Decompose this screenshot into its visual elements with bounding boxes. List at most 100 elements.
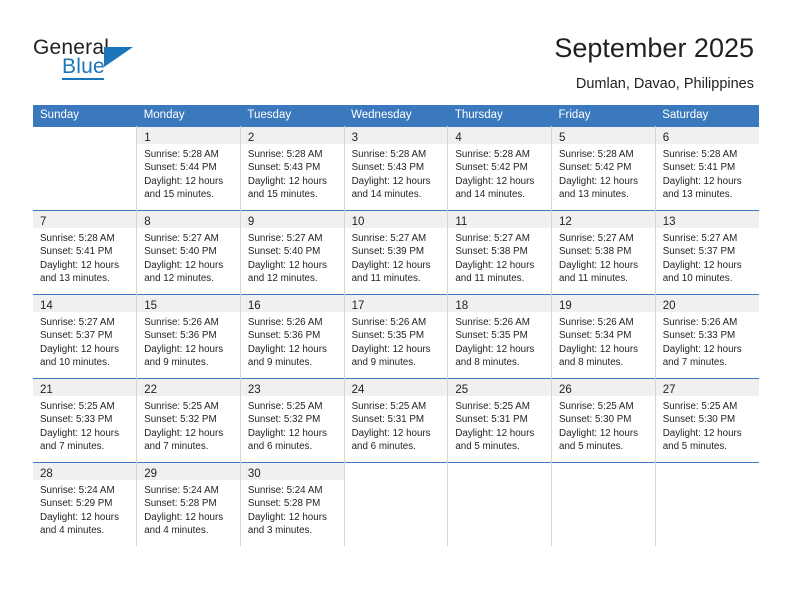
calendar-day-cell[interactable]: 17 Sunrise: 5:26 AM Sunset: 5:35 PM Dayligh…: [344, 294, 449, 379]
daylight-text: Daylight: 12 hours: [662, 175, 742, 187]
day-details: Sunrise: 5:28 AM Sunset: 5:41 PM Daylight:…: [33, 228, 136, 286]
calendar-day-cell[interactable]: 18 Sunrise: 5:26 AM Sunset: 5:35 PM Dayligh…: [447, 294, 553, 379]
calendar-day-cell[interactable]: 5 Sunrise: 5:28 AM Sunset: 5:42 PM Daylight…: [551, 126, 656, 211]
sunset-text: Sunset: 5:30 PM: [559, 414, 632, 426]
date-number: 17: [351, 300, 365, 312]
day-details: Sunrise: 5:28 AM Sunset: 5:43 PM Daylight:…: [345, 144, 448, 202]
date-number: 18: [455, 300, 469, 312]
date-number-band: 6: [655, 127, 759, 144]
day-details: Sunrise: 5:25 AM Sunset: 5:30 PM Daylight:…: [656, 396, 759, 454]
daylight-text: and 9 minutes.: [247, 357, 313, 369]
day-details: Sunrise: 5:24 AM Sunset: 5:28 PM Daylight:…: [241, 480, 344, 538]
weekday-header-tuesday: Tuesday: [240, 105, 345, 127]
calendar-day-cell[interactable]: 19 Sunrise: 5:26 AM Sunset: 5:34 PM Dayligh…: [551, 294, 656, 379]
date-number-band: 12: [552, 211, 655, 228]
sunrise-text: Sunrise: 5:28 AM: [40, 233, 115, 244]
sunrise-text: Sunrise: 5:25 AM: [40, 401, 115, 412]
sunset-text: Sunset: 5:40 PM: [144, 246, 217, 258]
sunset-text: Sunset: 5:33 PM: [40, 414, 113, 426]
general-blue-logo[interactable]: General Blue: [33, 36, 163, 84]
date-number: 6: [662, 132, 670, 144]
calendar-header-row: Sunday Monday Tuesday Wednesday Thursday Frid…: [33, 105, 759, 127]
date-number-band: 30: [240, 463, 344, 480]
sunset-text: Sunset: 5:44 PM: [144, 162, 217, 174]
calendar-day-cell[interactable]: 24 Sunrise: 5:25 AM Sunset: 5:31 PM Dayligh…: [344, 378, 449, 463]
calendar-week-row: 28 Sunrise: 5:24 AM Sunset: 5:29 PM Dayligh…: [33, 462, 759, 546]
calendar-day-cell[interactable]: 30 Sunrise: 5:24 AM Sunset: 5:28 PM Dayligh…: [240, 462, 345, 546]
calendar-day-cell[interactable]: 26 Sunrise: 5:25 AM Sunset: 5:30 PM Dayligh…: [551, 378, 656, 463]
sunset-text: Sunset: 5:31 PM: [351, 414, 425, 426]
calendar-day-cell[interactable]: 3 Sunrise: 5:28 AM Sunset: 5:43 PM Daylight…: [344, 126, 449, 211]
calendar-day-cell[interactable]: 6 Sunrise: 5:28 AM Sunset: 5:41 PM Daylight…: [655, 126, 759, 211]
calendar-day-cell[interactable]: 25 Sunrise: 5:25 AM Sunset: 5:31 PM Dayligh…: [447, 378, 553, 463]
day-details: Sunrise: 5:27 AM Sunset: 5:39 PM Daylight:…: [345, 228, 448, 286]
date-number-band: 24: [344, 379, 448, 396]
date-number: 2: [247, 132, 255, 144]
date-number-band: 15: [137, 295, 240, 312]
calendar-day-cell[interactable]: 11 Sunrise: 5:27 AM Sunset: 5:38 PM Dayligh…: [447, 210, 553, 295]
calendar-day-cell[interactable]: 12 Sunrise: 5:27 AM Sunset: 5:38 PM Dayligh…: [551, 210, 656, 295]
sunrise-text: Sunrise: 5:24 AM: [40, 485, 115, 496]
day-details: Sunrise: 5:27 AM Sunset: 5:37 PM Daylight:…: [656, 228, 759, 286]
sunset-text: Sunset: 5:39 PM: [351, 246, 425, 258]
date-number: 7: [40, 216, 47, 228]
calendar-day-cell[interactable]: 27 Sunrise: 5:25 AM Sunset: 5:30 PM Dayligh…: [655, 378, 759, 463]
calendar-day-cell[interactable]: 2 Sunrise: 5:28 AM Sunset: 5:43 PM Daylight…: [240, 126, 345, 211]
calendar-day-cell[interactable]: 23 Sunrise: 5:25 AM Sunset: 5:32 PM Dayligh…: [240, 378, 345, 463]
calendar-day-cell[interactable]: 13 Sunrise: 5:27 AM Sunset: 5:37 PM Dayligh…: [655, 210, 759, 295]
sunrise-text: Sunrise: 5:25 AM: [247, 401, 323, 412]
daylight-text: Daylight: 12 hours: [40, 343, 119, 355]
daylight-text: Daylight: 12 hours: [455, 343, 535, 355]
calendar-day-cell[interactable]: 8 Sunrise: 5:27 AM Sunset: 5:40 PM Daylight…: [136, 210, 241, 295]
calendar-day-cell[interactable]: 21 Sunrise: 5:25 AM Sunset: 5:33 PM Dayligh…: [33, 378, 138, 463]
daylight-text: Daylight: 12 hours: [351, 175, 431, 187]
date-number: 28: [40, 468, 53, 480]
day-details: Sunrise: 5:25 AM Sunset: 5:32 PM Daylight:…: [137, 396, 240, 454]
daylight-text: and 14 minutes.: [455, 189, 526, 201]
calendar-day-cell[interactable]: 22 Sunrise: 5:25 AM Sunset: 5:32 PM Dayligh…: [136, 378, 241, 463]
calendar-day-cell[interactable]: 28 Sunrise: 5:24 AM Sunset: 5:29 PM Dayligh…: [33, 462, 138, 546]
date-number-band: 14: [33, 295, 137, 312]
page-title: September 2025: [554, 33, 754, 63]
day-details: Sunrise: 5:26 AM Sunset: 5:33 PM Daylight:…: [656, 312, 759, 370]
daylight-text: Daylight: 12 hours: [662, 343, 742, 355]
calendar-day-cell[interactable]: 9 Sunrise: 5:27 AM Sunset: 5:40 PM Daylight…: [240, 210, 345, 295]
daylight-text: and 5 minutes.: [662, 441, 727, 453]
daylight-text: Daylight: 12 hours: [247, 343, 327, 355]
calendar-day-cell[interactable]: 1 Sunrise: 5:28 AM Sunset: 5:44 PM Daylight…: [136, 126, 241, 211]
calendar-day-cell[interactable]: 20 Sunrise: 5:26 AM Sunset: 5:33 PM Dayligh…: [655, 294, 759, 379]
date-number: 14: [40, 300, 53, 312]
daylight-text: and 9 minutes.: [351, 357, 416, 369]
day-details: Sunrise: 5:27 AM Sunset: 5:38 PM Daylight:…: [448, 228, 551, 286]
daylight-text: Daylight: 12 hours: [247, 511, 327, 523]
date-number-band: [448, 463, 552, 480]
date-number-band: 4: [448, 127, 552, 144]
daylight-text: Daylight: 12 hours: [351, 259, 431, 271]
page-subtitle-location: Dumlan, Davao, Philippines: [575, 76, 754, 92]
calendar-day-cell[interactable]: 4 Sunrise: 5:28 AM Sunset: 5:42 PM Daylight…: [447, 126, 553, 211]
day-details: Sunrise: 5:25 AM Sunset: 5:31 PM Daylight:…: [345, 396, 448, 454]
sunrise-text: Sunrise: 5:27 AM: [351, 233, 427, 244]
date-number-band: 20: [655, 295, 759, 312]
calendar-day-cell[interactable]: 10 Sunrise: 5:27 AM Sunset: 5:39 PM Dayligh…: [344, 210, 449, 295]
calendar-week-row: 21 Sunrise: 5:25 AM Sunset: 5:33 PM Dayligh…: [33, 378, 759, 463]
sunset-text: Sunset: 5:37 PM: [40, 330, 113, 342]
daylight-text: Daylight: 12 hours: [247, 427, 327, 439]
daylight-text: and 4 minutes.: [144, 525, 209, 537]
sunset-text: Sunset: 5:37 PM: [662, 246, 736, 258]
daylight-text: and 3 minutes.: [247, 525, 313, 537]
weekday-header-saturday: Saturday: [655, 105, 759, 127]
date-number: 1: [144, 132, 151, 144]
sunrise-text: Sunrise: 5:27 AM: [40, 317, 115, 328]
sunrise-text: Sunrise: 5:25 AM: [351, 401, 427, 412]
calendar-day-cell[interactable]: 14 Sunrise: 5:27 AM Sunset: 5:37 PM Dayligh…: [33, 294, 138, 379]
date-number-band: 27: [655, 379, 759, 396]
date-number-band: 11: [448, 211, 552, 228]
day-details: Sunrise: 5:28 AM Sunset: 5:42 PM Daylight:…: [448, 144, 551, 202]
calendar-day-cell[interactable]: 7 Sunrise: 5:28 AM Sunset: 5:41 PM Daylight…: [33, 210, 138, 295]
calendar-day-cell[interactable]: 15 Sunrise: 5:26 AM Sunset: 5:36 PM Dayligh…: [136, 294, 241, 379]
calendar-day-cell[interactable]: 29 Sunrise: 5:24 AM Sunset: 5:28 PM Dayligh…: [136, 462, 241, 546]
sunset-text: Sunset: 5:38 PM: [455, 246, 528, 258]
daylight-text: and 12 minutes.: [144, 273, 214, 285]
calendar-day-cell[interactable]: 16 Sunrise: 5:26 AM Sunset: 5:36 PM Dayligh…: [240, 294, 345, 379]
